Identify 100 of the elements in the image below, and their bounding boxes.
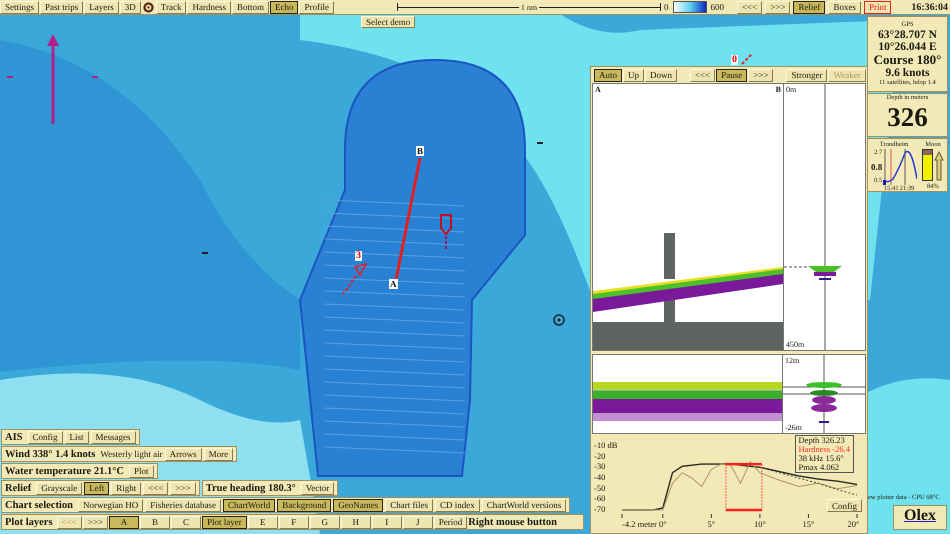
axis-tick-label: 20° [847,519,860,530]
axis-tick-label: 5° [708,519,716,530]
course: Course 180° [874,53,942,67]
toolbar-button[interactable]: Boxes [828,0,861,14]
axis-tick-label: 10° [754,519,766,530]
panel-button[interactable]: ChartWorld versions [482,498,566,512]
toolbar-button[interactable]: Bottom [232,0,269,14]
reading-text: Hardness -26.4 [798,445,850,454]
panel-button[interactable]: Background [277,498,332,512]
map-marker-icon [7,76,13,78]
vessel-icon [440,214,452,250]
map-label: A [389,279,398,289]
panel-button[interactable]: Plot layer [202,516,247,528]
toolbar-button[interactable]: Echo [270,0,298,14]
select-demo-button[interactable]: Select demo [361,16,416,28]
speed: 9.6 knots [885,67,930,79]
zoom-top-label: 12m [785,356,800,365]
sounder-control-button[interactable]: Down [645,68,677,82]
sounder-control-button[interactable]: Up [623,68,644,82]
panel-label: Chart selection [5,500,73,510]
panel-button[interactable]: H [340,516,371,528]
panel-button[interactable]: Plot [129,464,154,478]
depth-bottom-label: 450m [786,340,804,349]
toolbar-button[interactable]: Layers [84,0,119,14]
crosshair-icon [553,314,565,326]
panel-button[interactable]: CD index [434,498,480,512]
tide-curve-drawing [883,149,918,185]
axis-tick-label: -30 [594,461,606,472]
panel-button[interactable]: J [402,516,433,528]
sounder-control-button[interactable]: Pause [716,68,748,82]
reading-text: Pmax 4.062 [798,463,840,472]
logo: Olex [893,505,947,530]
toolbar-button[interactable]: Relief [793,0,826,14]
scale-min-label: 0 [664,2,668,12]
panel-button[interactable]: Chart files [385,498,433,512]
panel-button[interactable]: >>> [170,482,196,494]
panel-button[interactable]: <<< [143,482,168,494]
panel-button[interactable]: ChartWorld [222,498,276,512]
panel-label: Wind 338° 1.4 knots [5,448,96,460]
panel-button[interactable]: F [278,516,309,528]
panel-button[interactable]: C [171,516,201,528]
map-marker-icon [537,142,543,144]
panel-button[interactable]: A [109,516,139,528]
panel-button[interactable]: Grayscale [36,482,82,494]
latitude: 63°28.707 N [878,29,937,41]
tide-current: 0.8 [871,162,882,172]
toolbar-button[interactable]: Profile [299,0,334,14]
panel-button[interactable]: Vector [300,482,334,494]
heading-line [741,53,753,65]
panel-button[interactable]: >>> [82,516,108,528]
target-icon [342,262,368,295]
toolbar-button[interactable]: Track [156,0,186,14]
panel-button[interactable]: Right [111,482,142,494]
sounder-control-button[interactable]: <<< [690,68,716,82]
panel-button[interactable]: B [140,516,170,528]
panel-button[interactable]: Norwegian HO [78,498,144,512]
toolbar-button[interactable]: Print [864,0,892,14]
panel-button[interactable]: G [310,516,340,528]
panel-button[interactable]: GeoNames [333,498,384,512]
sounder-control-button[interactable]: >>> [748,68,774,82]
panel-button[interactable]: List [64,430,89,444]
panel-button[interactable]: Fisheries database [145,498,221,512]
toolbar-button[interactable]: Settings [0,0,40,14]
map-label: B [416,146,424,156]
hardness-window-drawing [725,462,762,512]
panel-button[interactable]: Messages [90,430,136,444]
reading-text: Depth 326.23 [798,436,846,445]
map-marker-icon [202,252,208,254]
panel-hint: Right mouse button [468,516,557,528]
panel-button[interactable]: Arrows [164,448,202,460]
panel-button[interactable]: E [248,516,278,528]
longitude: 10°26.044 E [878,41,937,53]
map-label: 0 [731,55,738,65]
toolbar-button[interactable]: 3D [120,0,141,14]
panel-button[interactable]: Left [84,482,110,494]
panel-button[interactable]: More [204,448,234,460]
sounder-control-button[interactable]: Stronger [786,68,828,82]
panel-button[interactable]: I [372,516,402,528]
panel-button[interactable]: Config [28,430,63,444]
map-label: 3 [355,251,362,261]
toolbar-button[interactable]: Past trips [40,0,84,14]
panel-note: Westerly light air [100,449,163,459]
toolbar-button[interactable]: >>> [765,0,790,14]
config-button[interactable]: Config [826,499,862,512]
arrow-up-icon [934,151,944,181]
clock-time: 16:36:04 [911,2,949,12]
panel-button[interactable]: Period [434,516,468,528]
target-icon[interactable] [142,2,154,12]
toolbar-button[interactable]: Hardness [187,0,231,14]
sounder-control-button[interactable]: Auto [594,68,622,82]
map-marker-icon [92,76,98,78]
axis-tick-label: -4.2 meter [622,519,657,530]
reading-text: 38 kHz 15.6° [798,454,845,463]
scale-label: 1 nm [520,2,538,12]
scale-max-label: 600 [710,2,724,12]
axis-tick-label: -70 [594,504,606,515]
depth-top-label: 0m [786,85,796,94]
profile-end-label: B [776,85,781,94]
panel-label: AIS [5,432,23,442]
toolbar-button[interactable]: <<< [736,0,762,14]
